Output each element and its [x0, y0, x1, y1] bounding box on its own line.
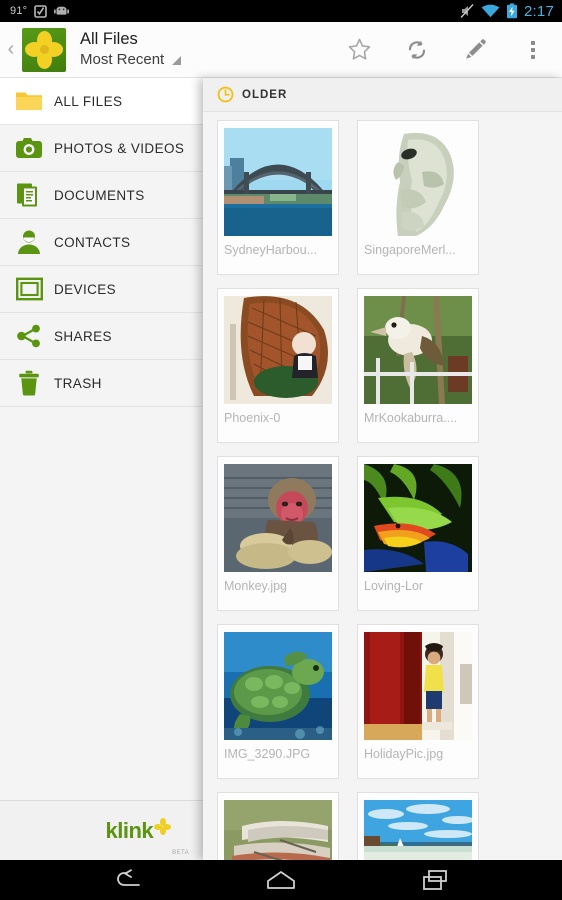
file-name: SingaporeMerl... [364, 243, 456, 257]
folder-icon [10, 89, 48, 113]
checkbox-badge-icon [34, 5, 48, 18]
overflow-dots-icon [531, 40, 535, 59]
section-label: OLDER [242, 88, 288, 101]
file-tile[interactable]: HolidayPic [217, 792, 339, 860]
sidebar-item-devices[interactable]: DEVICES [0, 266, 203, 313]
sidebar-label: DEVICES [54, 281, 117, 297]
sea-turtle-thumbnail [224, 632, 332, 740]
sidebar-label: SHARES [54, 328, 112, 344]
action-bar-actions [330, 22, 562, 78]
wifi-icon [481, 4, 500, 18]
documents-icon [10, 182, 48, 208]
file-grid-panel: OLDER SydneyHarbou... SingaporeMerl... P… [203, 78, 562, 860]
file-name: SydneyHarbou... [224, 243, 318, 257]
page-title: All Files [80, 30, 138, 49]
overflow-menu-button[interactable] [504, 22, 562, 78]
section-header-older: OLDER [203, 78, 562, 112]
brand-name: klink [105, 817, 154, 843]
sidebar-item-documents[interactable]: DOCUMENTS [0, 172, 203, 219]
snow-monkey-thumbnail [224, 464, 332, 572]
brand-beta-label: BETA [172, 850, 189, 856]
camera-icon [10, 136, 48, 160]
android-robot-icon [54, 6, 70, 15]
status-bar-right: 2:17 [459, 3, 562, 20]
star-outline-icon [348, 38, 370, 60]
logo-center [39, 45, 49, 54]
file-tile[interactable]: fiji-beach-01.jpg [357, 792, 479, 860]
back-nav-button[interactable] [102, 860, 152, 900]
file-name: Phoenix-0 [224, 411, 281, 425]
file-name: HolidayPic.jpg [364, 747, 444, 761]
sidebar-item-trash[interactable]: TRASH [0, 360, 203, 407]
action-bar: ‹ All Files Most Recent [0, 22, 562, 78]
sort-selector[interactable]: Most Recent [80, 50, 182, 68]
file-tile[interactable]: Phoenix-0 [217, 288, 339, 443]
app-logo-icon[interactable] [22, 27, 66, 72]
sort-caret-icon [172, 55, 182, 65]
sidebar-item-contacts[interactable]: CONTACTS [0, 219, 203, 266]
file-tile[interactable]: Monkey.jpg [217, 456, 339, 611]
sidebar-label: TRASH [54, 375, 102, 391]
file-tile[interactable]: Loving-Lor [357, 456, 479, 611]
home-icon [267, 871, 295, 889]
file-tile[interactable]: MrKookaburra.... [357, 288, 479, 443]
app-root: 91° 2:17 ‹ All Files Most Recent ALL FIL… [0, 0, 562, 900]
sidebar-item-all-files[interactable]: ALL FILES [0, 78, 203, 125]
sidebar-nav: ALL FILES PHOTOS & VIDEOS DOCUMENTS CONT… [0, 78, 203, 800]
battery-charging-icon [507, 3, 517, 19]
share-icon [10, 324, 48, 348]
device-frame-icon [10, 277, 48, 301]
phoenix-basket-chair-thumbnail [224, 296, 332, 404]
action-bar-titles: All Files Most Recent [80, 30, 182, 68]
file-tile[interactable]: SydneyHarbou... [217, 120, 339, 275]
brand-flower-icon [154, 818, 172, 835]
singapore-merlion-thumbnail [364, 128, 472, 236]
android-nav-bar [0, 860, 562, 900]
sydney-harbour-bridge-thumbnail [224, 128, 332, 236]
edit-button[interactable] [446, 22, 504, 78]
pencil-icon [466, 38, 486, 59]
home-nav-button[interactable] [256, 860, 306, 900]
temperature-indicator: 91° [10, 5, 28, 17]
file-tile[interactable]: IMG_3290.JPG [217, 624, 339, 779]
file-name: IMG_3290.JPG [224, 747, 311, 761]
clock-icon [217, 86, 234, 103]
lorikeet-parrot-thumbnail [364, 464, 472, 572]
file-name: Monkey.jpg [224, 579, 287, 593]
boy-red-doorway-thumbnail [364, 632, 472, 740]
river-boats-thumbnail [224, 800, 332, 860]
favorite-button[interactable] [330, 22, 388, 78]
file-name: MrKookaburra.... [364, 411, 458, 425]
status-bar-left: 91° [0, 4, 70, 18]
sidebar-label: ALL FILES [54, 93, 123, 109]
person-icon [10, 229, 48, 255]
back-arrow-icon [117, 869, 140, 886]
trash-icon [10, 370, 48, 396]
file-tile[interactable]: SingaporeMerl... [357, 120, 479, 275]
file-tile[interactable]: HolidayPic.jpg [357, 624, 479, 779]
status-bar: 91° 2:17 [0, 0, 562, 22]
sidebar-label: CONTACTS [54, 234, 131, 250]
sidebar-item-shares[interactable]: SHARES [0, 313, 203, 360]
recents-icon [423, 870, 447, 890]
kookaburra-bird-thumbnail [364, 296, 472, 404]
refresh-icon [408, 40, 426, 59]
branding-strip: klink BETA [0, 800, 203, 860]
recents-nav-button[interactable] [410, 860, 460, 900]
sidebar-label: DOCUMENTS [54, 187, 145, 203]
sort-label: Most Recent [80, 50, 165, 68]
status-clock: 2:17 [524, 2, 554, 20]
up-chevron-icon[interactable]: ‹ [0, 39, 22, 61]
fiji-beach-thumbnail [364, 800, 472, 860]
refresh-button[interactable] [388, 22, 446, 78]
sidebar-item-photos-videos[interactable]: PHOTOS & VIDEOS [0, 125, 203, 172]
sidebar-label: PHOTOS & VIDEOS [54, 140, 185, 156]
mute-icon [460, 4, 474, 18]
file-name: Loving-Lor [364, 579, 424, 593]
thumbnail-grid: SydneyHarbou... SingaporeMerl... Phoenix… [203, 112, 562, 860]
